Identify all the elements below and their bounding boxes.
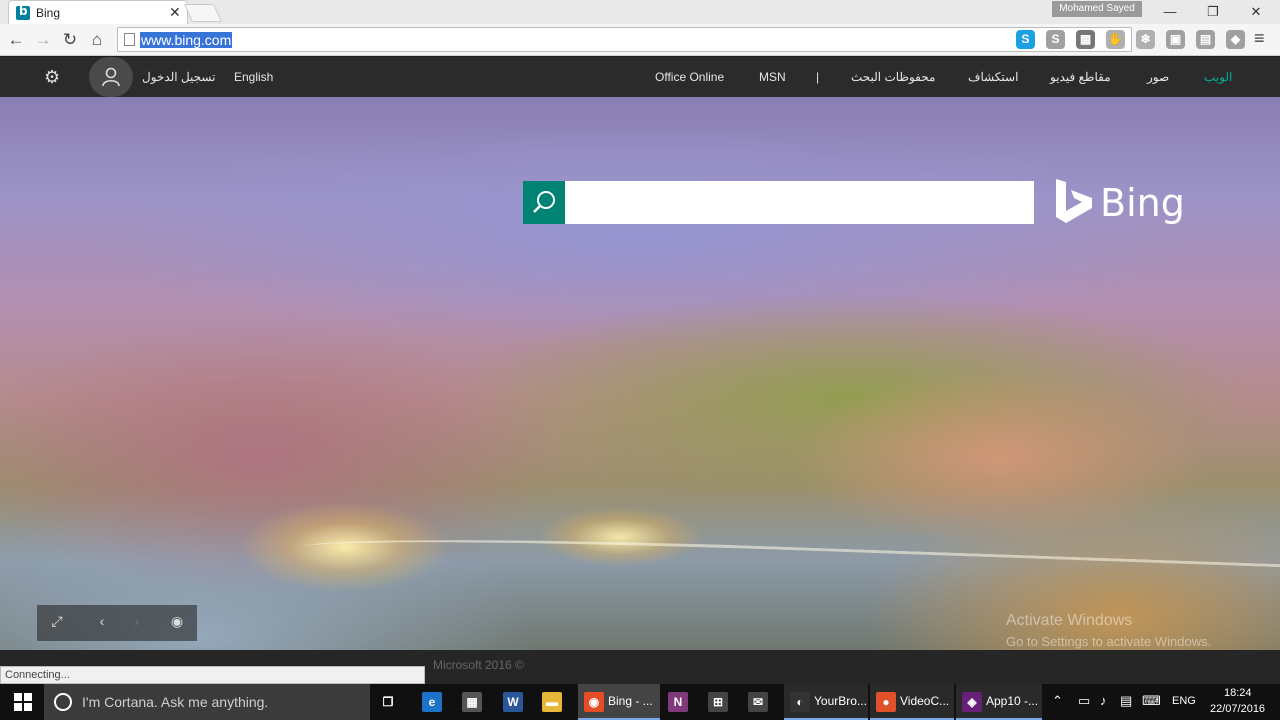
cortana-placeholder: I'm Cortana. Ask me anything. (82, 694, 269, 710)
windows-start-icon[interactable] (14, 693, 32, 711)
extension-snowflake-icon[interactable]: ❄ (1136, 30, 1155, 49)
task-view-icon[interactable]: ❐ (378, 692, 398, 712)
taskbar-yourbrowser[interactable]: ◐ YourBro... (784, 684, 868, 720)
onenote-icon: N (668, 692, 688, 712)
taskbar-videocapture[interactable]: ● VideoC... (870, 684, 954, 720)
extension-chat-icon[interactable]: ▤ (1196, 30, 1215, 49)
extension-skype-grey-icon[interactable]: S (1046, 30, 1065, 49)
extension-diamond-icon[interactable]: ◆ (1226, 30, 1245, 49)
search-button[interactable] (523, 181, 565, 224)
bing-top-nav: ⚙ تسجيل الدخول English Office Online MSN… (0, 57, 1280, 97)
saved-searches-link[interactable]: محفوظات البحث (851, 70, 935, 84)
previous-image-icon[interactable]: ‹ (82, 613, 122, 629)
tab-bing[interactable]: Bing ✕ (8, 0, 188, 24)
home-button[interactable]: ⌂ (86, 29, 108, 51)
slideshow-controls: ⤢ ‹ › ◉ (37, 605, 197, 641)
videos-link[interactable]: مقاطع فيديو (1050, 70, 1111, 84)
search-icon (533, 191, 555, 213)
office-online-link[interactable]: Office Online (655, 70, 724, 84)
visual-studio-icon: ◈ (962, 692, 982, 712)
taskbar-app-label: YourBro... (814, 694, 867, 708)
signin-link[interactable]: تسجيل الدخول (142, 70, 215, 84)
search-input[interactable] (565, 181, 1034, 224)
videocapture-icon: ● (876, 692, 896, 712)
word-icon[interactable]: W (503, 692, 523, 712)
expand-icon[interactable]: ⤢ (37, 613, 77, 630)
profile-badge[interactable]: Mohamed Sayed (1052, 1, 1142, 17)
browser-toolbar: ← → ↻ ⌂ www.bing.com ☆ ≡ SS ▦ ✋ ❄ ▣ ▤ ◆ (0, 24, 1280, 56)
keyboard-icon[interactable]: ⌨ (1142, 693, 1161, 709)
tray-chevron-icon[interactable]: ⌃ (1052, 693, 1063, 709)
chrome-menu-icon[interactable]: ≡ (1254, 28, 1265, 49)
minimize-button[interactable]: — (1150, 2, 1190, 22)
nav-divider: | (816, 70, 820, 84)
forward-button[interactable]: → (32, 29, 54, 51)
url-text[interactable]: www.bing.com (140, 32, 233, 48)
taskbar-onenote[interactable]: N (662, 684, 702, 720)
extension-camera-icon[interactable]: ▣ (1166, 30, 1185, 49)
clock-time[interactable]: 18:24 (1224, 687, 1252, 699)
explore-link[interactable]: استكشاف (968, 70, 1018, 84)
images-link[interactable]: صور (1147, 70, 1169, 84)
english-link[interactable]: English (234, 70, 273, 84)
back-button[interactable]: ← (5, 29, 27, 51)
bing-favicon-icon (16, 4, 30, 20)
taskbar-store[interactable]: ⊞ (702, 684, 742, 720)
new-tab-button[interactable] (183, 4, 223, 22)
store-icon: ⊞ (708, 692, 728, 712)
taskbar-app-label: VideoC... (900, 694, 950, 708)
cortana-icon (54, 693, 72, 711)
taskbar-mail[interactable]: ✉ (742, 684, 782, 720)
msn-link[interactable]: MSN (759, 70, 786, 84)
extension-qr-icon[interactable]: ▦ (1076, 30, 1095, 49)
calculator-icon[interactable]: ▦ (462, 692, 482, 712)
next-image-icon[interactable]: › (117, 613, 157, 629)
taskbar-app-label: App10 -... (986, 694, 1039, 708)
taskbar-visual-studio[interactable]: ◈ App10 -... (956, 684, 1042, 720)
extension-skype-icon[interactable]: S (1016, 30, 1035, 49)
language-indicator[interactable]: ENG (1172, 695, 1196, 707)
yourbrowser-icon: ◐ (790, 692, 810, 712)
clock-date[interactable]: 22/07/2016 (1210, 703, 1265, 715)
close-window-button[interactable]: ✕ (1236, 2, 1276, 22)
windows-taskbar: I'm Cortana. Ask me anything. ⌃ ▭ ♪ ▤ ⌨ … (0, 684, 1280, 720)
copyright-text: Microsoft 2016 © (433, 658, 524, 672)
user-icon (102, 67, 120, 87)
activate-windows-subtitle: Go to Settings to activate Windows. (1006, 634, 1212, 649)
maximize-button[interactable]: ❐ (1193, 2, 1233, 22)
taskbar-chrome[interactable]: ◉ Bing - ... (578, 684, 660, 720)
bing-logo-text: Bing (1100, 181, 1185, 225)
volume-icon[interactable]: ♪ (1100, 693, 1107, 708)
network-icon[interactable]: ▭ (1078, 693, 1090, 709)
settings-gear-icon[interactable]: ⚙ (44, 67, 60, 88)
tab-title: Bing (36, 6, 61, 20)
extension-hand-icon[interactable]: ✋ (1106, 30, 1125, 49)
edge-icon[interactable]: e (422, 692, 442, 712)
address-bar[interactable]: www.bing.com ☆ (117, 27, 1132, 52)
notification-icon[interactable]: ▤ (1120, 693, 1132, 709)
page-icon (124, 33, 135, 46)
mail-icon: ✉ (748, 692, 768, 712)
camera-icon[interactable]: ◉ (157, 613, 197, 630)
cortana-search-box[interactable]: I'm Cortana. Ask me anything. (44, 684, 370, 720)
status-bubble: Connecting... (0, 666, 425, 684)
chrome-icon: ◉ (584, 692, 604, 712)
bing-page: ⚙ تسجيل الدخول English Office Online MSN… (0, 57, 1280, 684)
web-link[interactable]: الويب (1204, 70, 1232, 84)
tab-strip: Bing ✕ Mohamed Sayed — ❐ ✕ (0, 0, 1280, 24)
reload-button[interactable]: ↻ (59, 29, 81, 51)
tab-close-icon[interactable]: ✕ (169, 4, 181, 21)
taskbar-app-label: Bing - ... (608, 694, 653, 708)
explorer-icon[interactable]: ▬ (542, 692, 562, 712)
activate-windows-title: Activate Windows (1006, 612, 1133, 629)
